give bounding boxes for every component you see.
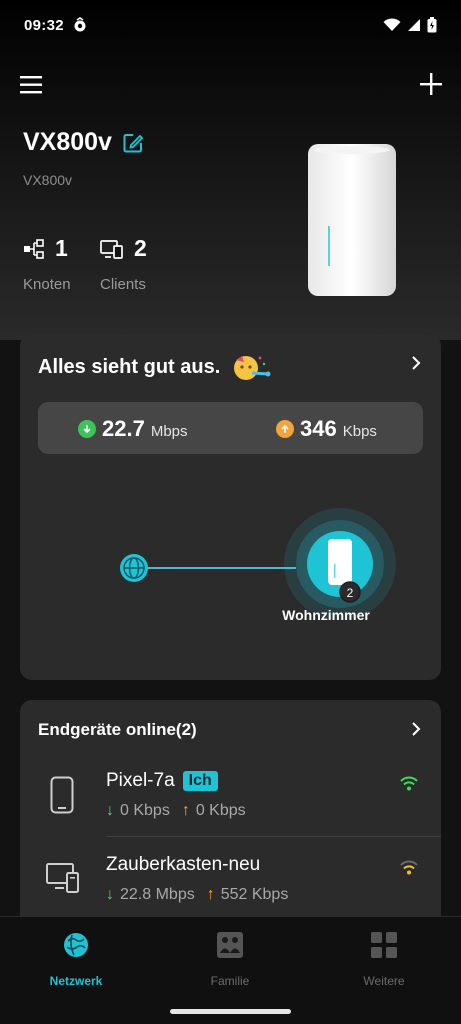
download-arrow-icon: ↓ (106, 886, 114, 903)
network-status-card[interactable]: Alles sieht gut aus. 22.7 Mbps 346 Kbps … (20, 334, 441, 680)
download-unit: Mbps (150, 423, 188, 440)
online-devices-title: Endgeräte online(2) (38, 720, 197, 739)
me-badge: Ich (182, 771, 218, 791)
status-bar: 09:32 (0, 0, 461, 50)
download-value: 22.7 (102, 416, 145, 441)
nav-tab-more[interactable]: Weitere (329, 931, 439, 988)
nav-label-family: Familie (210, 974, 250, 988)
device-model: VX800v (23, 172, 73, 188)
nav-tab-family[interactable]: Familie (175, 931, 285, 988)
nav-label-more: Weitere (363, 974, 405, 988)
client-name: Pixel-7a (106, 770, 175, 791)
client-name: Zauberkasten-neu (106, 854, 261, 875)
download-arrow-icon (78, 420, 96, 438)
speed-summary: 22.7 Mbps 346 Kbps (38, 402, 423, 454)
home-indicator[interactable] (170, 1009, 291, 1014)
client-download: 0 Kbps (120, 802, 170, 819)
party-emoji-icon (234, 356, 271, 380)
battery-icon (427, 17, 437, 33)
chevron-right-icon[interactable] (409, 356, 423, 370)
nav-label-network: Netzwerk (49, 974, 103, 988)
client-name-row: Zauberkasten-neu (106, 854, 260, 876)
client-upload: 0 Kbps (195, 802, 246, 819)
edit-icon[interactable] (122, 132, 144, 154)
client-upload: 552 Kbps (220, 886, 289, 903)
wifi-icon (383, 18, 401, 31)
top-app-bar (0, 66, 461, 106)
cell-signal-icon (408, 19, 420, 31)
nav-tab-network[interactable]: Netzwerk (21, 931, 131, 988)
client-name-row: Pixel-7a Ich (106, 770, 218, 792)
node-wohnzimmer[interactable] (284, 508, 396, 620)
client-speed: ↓ 0 Kbps ↑ 0 Kbps (106, 802, 246, 820)
notification-icon (74, 17, 86, 32)
grid-icon (371, 932, 397, 958)
node-name: Wohnzimmer (282, 607, 370, 623)
clients-label: Clients (100, 276, 146, 293)
client-row-pixel-7a[interactable]: Pixel-7a Ich ↓ 0 Kbps ↑ 0 Kbps (20, 770, 441, 850)
download-speed: 22.7 Mbps (78, 416, 188, 442)
family-icon (217, 932, 243, 958)
upload-arrow-icon: ↑ (181, 802, 190, 819)
device-title: VX800v (23, 128, 144, 157)
node-client-count: 2 (347, 586, 354, 600)
nodes-label: Knoten (23, 276, 71, 293)
devices-icon (100, 239, 123, 259)
internet-globe-icon[interactable] (120, 554, 148, 582)
wifi-signal-medium-icon (400, 860, 418, 875)
status-card-header: Alles sieht gut aus. (38, 352, 272, 382)
network-globe-icon (64, 933, 88, 957)
add-icon[interactable] (417, 70, 445, 98)
divider (106, 836, 441, 837)
download-arrow-icon: ↓ (106, 802, 114, 819)
upload-arrow-icon: ↑ (206, 886, 215, 903)
desktop-computer-icon (46, 863, 79, 893)
nodes-count: 1 (55, 235, 68, 261)
network-topology: 2 Wohnzimmer (120, 508, 396, 623)
smartphone-icon (50, 776, 74, 814)
client-speed: ↓ 22.8 Mbps ↑ 552 Kbps (106, 886, 288, 904)
upload-arrow-icon (276, 420, 294, 438)
router-image (308, 144, 396, 296)
stat-clients[interactable]: 2 Clients (100, 235, 147, 293)
upload-speed: 346 Kbps (276, 416, 377, 442)
stat-nodes[interactable]: 1 Knoten (23, 235, 71, 293)
clients-count: 2 (134, 235, 147, 261)
chevron-right-icon[interactable] (409, 722, 423, 736)
router-node-icon (328, 539, 352, 585)
status-title: Alles sieht gut aus. (38, 355, 221, 378)
menu-icon[interactable] (20, 74, 44, 96)
topology-icon (24, 238, 44, 259)
bottom-navigation: Netzwerk Familie Weitere (0, 916, 461, 1024)
client-download: 22.8 Mbps (120, 886, 195, 903)
wifi-signal-strong-icon (400, 776, 418, 791)
device-name: VX800v (23, 128, 112, 156)
online-devices-card[interactable]: Endgeräte online(2) Pixel-7a Ich ↓ 0 Kbp… (20, 700, 441, 940)
upload-unit: Kbps (342, 423, 377, 440)
status-time: 09:32 (24, 16, 64, 34)
upload-value: 346 (300, 416, 337, 441)
